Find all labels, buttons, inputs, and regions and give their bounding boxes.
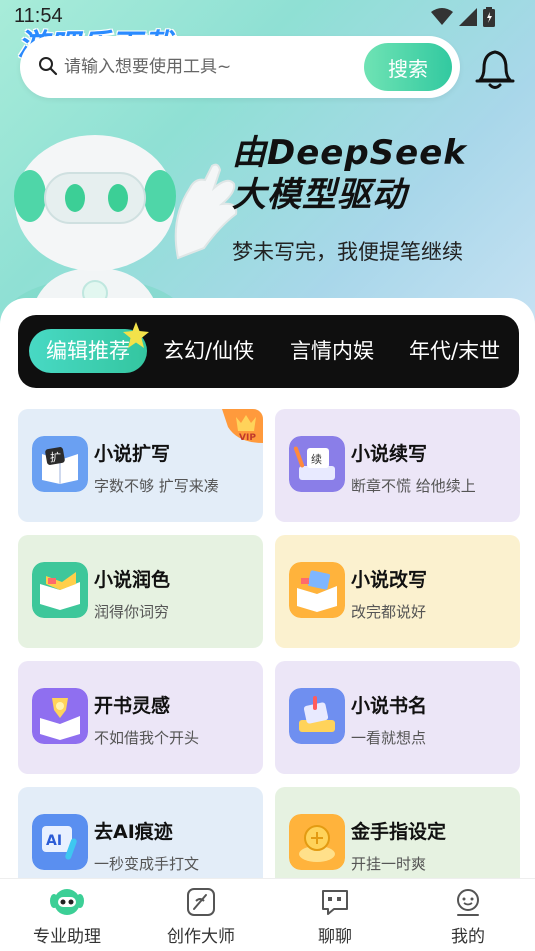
robot-mascot-image bbox=[5, 135, 238, 318]
tool-desc: 一看就想点 bbox=[351, 729, 427, 747]
nav-item-profile[interactable]: 我的 bbox=[401, 879, 535, 951]
golden-finger-icon bbox=[289, 814, 345, 870]
inspiration-icon bbox=[32, 688, 88, 744]
hero-title: 由DeepSeek 大模型驱动 bbox=[232, 132, 467, 216]
tool-title: 开书灵感 bbox=[94, 695, 171, 717]
tool-title: 去AI痕迹 bbox=[94, 821, 173, 843]
tool-desc: 开挂一时爽 bbox=[351, 855, 427, 873]
search-input[interactable] bbox=[64, 51, 364, 83]
category-tabs: 编辑推荐 玄幻/仙侠 言情内娱 年代/末世 bbox=[18, 315, 519, 388]
nav-label: 聊聊 bbox=[318, 927, 352, 947]
hero-title-line1: 由DeepSeek bbox=[232, 133, 467, 173]
book-rewrite-icon bbox=[289, 562, 345, 618]
search-button[interactable]: 搜索 bbox=[364, 43, 452, 91]
svg-text:扩: 扩 bbox=[50, 450, 61, 464]
tab-era[interactable]: 年代/末世 bbox=[409, 329, 500, 373]
nav-label: 我的 bbox=[451, 927, 485, 947]
book-polish-icon bbox=[32, 562, 88, 618]
bottom-navigation: 专业助理 创作大师 聊聊 我的 bbox=[0, 878, 535, 951]
tab-fantasy[interactable]: 玄幻/仙侠 bbox=[163, 329, 254, 373]
tool-card-expand[interactable]: 扩 小说扩写 字数不够 扩写来凑 VIP bbox=[18, 409, 263, 522]
tool-desc: 一秒变成手打文 bbox=[94, 855, 200, 873]
tool-title: 小说改写 bbox=[351, 569, 428, 591]
hero-subtitle: 梦未写完，我便提笔继续 bbox=[232, 240, 463, 264]
hero-title-line2: 大模型驱动 bbox=[232, 175, 407, 215]
search-icon bbox=[39, 57, 58, 76]
book-title-icon bbox=[289, 688, 345, 744]
vip-badge: VIP bbox=[222, 409, 263, 443]
tool-card-polish[interactable]: 小说润色 润得你词穷 bbox=[18, 535, 263, 648]
tool-card-rewrite[interactable]: 小说改写 改完都说好 bbox=[275, 535, 520, 648]
bell-icon bbox=[475, 50, 515, 89]
battery-icon bbox=[483, 7, 495, 27]
tool-title: 金手指设定 bbox=[351, 821, 447, 843]
status-icons bbox=[431, 7, 495, 27]
tool-card-inspiration[interactable]: 开书灵感 不如借我个开头 bbox=[18, 661, 263, 774]
nav-item-assistant[interactable]: 专业助理 bbox=[0, 879, 134, 951]
tool-title: 小说续写 bbox=[351, 443, 428, 465]
tool-title: 小说扩写 bbox=[94, 443, 171, 465]
tool-desc: 润得你词穷 bbox=[94, 603, 170, 621]
signal-icon bbox=[459, 8, 477, 26]
profile-icon bbox=[457, 889, 479, 916]
svg-text:续: 续 bbox=[311, 452, 322, 466]
tool-card-golden-finger[interactable]: 金手指设定 开挂一时爽 bbox=[275, 787, 520, 878]
tool-title: 小说书名 bbox=[351, 695, 428, 717]
creation-master-icon bbox=[187, 888, 215, 916]
tab-romance[interactable]: 言情内娱 bbox=[290, 329, 374, 373]
notification-button[interactable] bbox=[470, 44, 520, 94]
book-continue-icon: 续 bbox=[289, 436, 345, 492]
robot-assistant-icon bbox=[50, 889, 84, 915]
hero-banner: 11:54 由DeepSeek 大模型驱动 梦未写完，我便提笔继续 请输入想要使… bbox=[0, 0, 535, 340]
nav-label: 专业助理 bbox=[33, 927, 101, 947]
tool-card-continue[interactable]: 续 小说续写 断章不慌 给他续上 bbox=[275, 409, 520, 522]
book-expand-icon: 扩 bbox=[32, 436, 88, 492]
main-content: 编辑推荐 玄幻/仙侠 言情内娱 年代/末世 扩 小说扩写 字数不够 扩写来凑 V… bbox=[0, 298, 535, 878]
nav-item-chat[interactable]: 聊聊 bbox=[268, 879, 402, 951]
svg-text:AI: AI bbox=[46, 833, 62, 849]
tool-card-remove-ai[interactable]: AI 去AI痕迹 一秒变成手打文 bbox=[18, 787, 263, 878]
tool-desc: 断章不慌 给他续上 bbox=[351, 477, 476, 495]
vip-label: VIP bbox=[239, 433, 256, 443]
tool-desc: 字数不够 扩写来凑 bbox=[94, 477, 219, 495]
tool-title: 小说润色 bbox=[94, 569, 171, 591]
remove-ai-icon: AI bbox=[32, 814, 88, 870]
star-icon bbox=[123, 322, 149, 348]
tool-desc: 不如借我个开头 bbox=[94, 729, 200, 747]
tool-desc: 改完都说好 bbox=[351, 603, 427, 621]
nav-item-creation-master[interactable]: 创作大师 bbox=[134, 879, 268, 951]
tool-card-book-title[interactable]: 小说书名 一看就想点 bbox=[275, 661, 520, 774]
wifi-icon bbox=[431, 8, 453, 25]
nav-label: 创作大师 bbox=[167, 927, 235, 947]
search-bar[interactable]: 搜索 bbox=[20, 36, 460, 98]
chat-icon bbox=[322, 890, 348, 915]
